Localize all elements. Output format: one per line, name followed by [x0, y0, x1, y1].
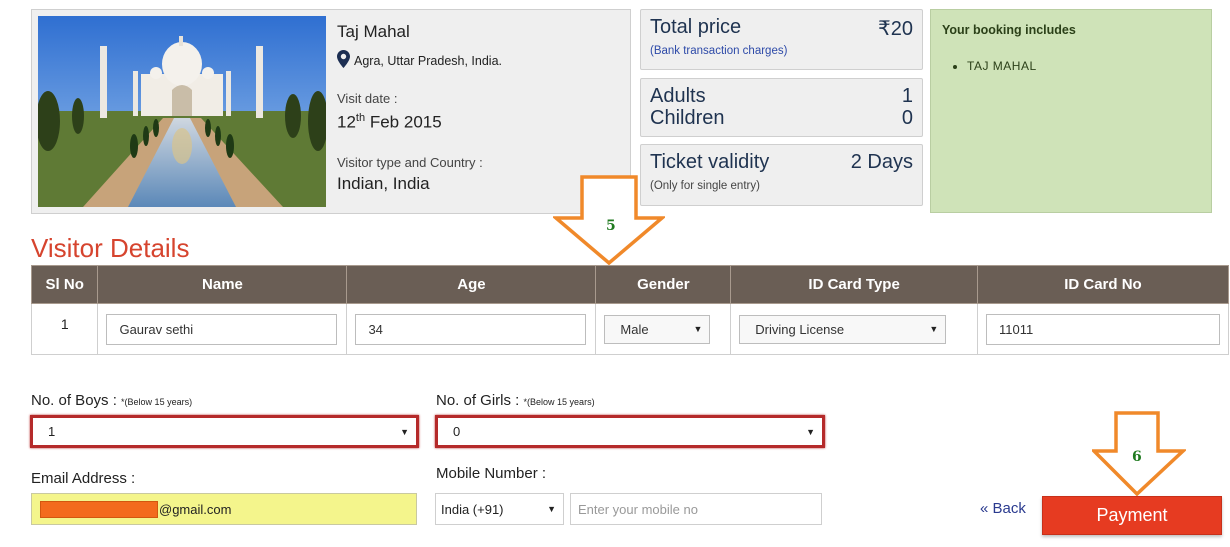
- age-input[interactable]: 34: [355, 313, 587, 345]
- country-code-value: India (+91): [441, 501, 504, 517]
- col-age: Age: [346, 265, 597, 304]
- monument-location: Agra, Uttar Pradesh, India.: [337, 50, 627, 71]
- step-6-number: 6: [1132, 449, 1142, 465]
- chevron-down-icon: ▼: [806, 426, 815, 437]
- children-label: Children: [650, 107, 725, 129]
- table-header-row: Sl No Name Age Gender ID Card Type ID Ca…: [30, 265, 1230, 304]
- monument-info: Taj Mahal Agra, Uttar Pradesh, India. Vi…: [337, 22, 627, 194]
- redaction-block: [40, 500, 158, 518]
- girls-select[interactable]: 0 ▼: [435, 415, 825, 448]
- visitor-type-label: Visitor type and Country :: [337, 154, 483, 170]
- id-type-select[interactable]: Driving License ▼: [739, 314, 947, 344]
- chevron-down-icon: ▼: [693, 324, 703, 334]
- visitor-details-title: Visitor Details: [31, 233, 190, 263]
- map-pin-icon: [337, 50, 350, 71]
- col-id-no: ID Card No: [976, 265, 1230, 304]
- girls-value: 0: [453, 424, 461, 439]
- location-text: Agra, Uttar Pradesh, India.: [354, 53, 502, 68]
- step-5-callout-arrow: 5: [553, 175, 665, 265]
- email-field[interactable]: @gmail.com: [31, 493, 417, 525]
- visit-date-value: 12th Feb 2015: [337, 112, 627, 133]
- id-type-cell: Driving License ▼: [730, 303, 978, 355]
- children-value: 0: [901, 107, 913, 129]
- country-code-select[interactable]: India (+91) ▼: [435, 493, 564, 525]
- ticket-validity-box: Ticket validity 2 Days (Only for single e…: [640, 144, 923, 206]
- payment-button[interactable]: Payment: [1042, 496, 1222, 535]
- chevron-down-icon: ▼: [400, 426, 409, 437]
- booking-includes-list: TAJ MAHAL: [967, 59, 1211, 73]
- visitor-details-table: Sl No Name Age Gender ID Card Type ID Ca…: [30, 265, 1230, 355]
- gender-value: Male: [620, 321, 649, 337]
- step-6-callout-arrow: 6: [1092, 411, 1186, 496]
- gender-cell: Male ▼: [595, 303, 732, 355]
- total-price-value: ₹20: [878, 18, 913, 40]
- girls-label-text: No. of Girls :: [436, 392, 520, 409]
- monument-photo: [38, 16, 326, 207]
- boys-label-text: No. of Boys :: [31, 392, 117, 409]
- email-label: Email Address :: [31, 470, 136, 487]
- boys-hint: *(Below 15 years): [121, 397, 193, 407]
- girls-label: No. of Girls : *(Below 15 years): [436, 392, 595, 409]
- total-price-label: Total price: [650, 16, 742, 38]
- id-number-input[interactable]: 11011: [985, 313, 1220, 345]
- gender-select[interactable]: Male ▼: [604, 314, 711, 344]
- visit-day-suffix: th: [355, 112, 366, 124]
- back-link[interactable]: « Back: [980, 500, 1026, 517]
- name-cell: Gaurav sethi: [97, 303, 348, 355]
- ticket-count-box: Adults 1 Children 0: [640, 78, 923, 137]
- col-name: Name: [97, 265, 348, 304]
- total-price-note: (Bank transaction charges): [650, 45, 788, 57]
- monument-card: Taj Mahal Agra, Uttar Pradesh, India. Vi…: [31, 9, 631, 214]
- step-5-number: 5: [606, 218, 616, 234]
- id-type-value: Driving License: [755, 321, 845, 337]
- boys-value: 1: [48, 424, 56, 439]
- email-value: @gmail.com: [159, 501, 232, 517]
- visit-date-label: Visit date :: [337, 91, 398, 106]
- id-no-cell: 11011: [976, 303, 1230, 355]
- chevron-down-icon: ▼: [929, 324, 939, 334]
- validity-label: Ticket validity: [650, 151, 770, 173]
- adults-value: 1: [901, 85, 913, 107]
- col-gender: Gender: [595, 265, 732, 304]
- booking-includes-panel: Your booking includes TAJ MAHAL: [930, 9, 1212, 213]
- age-cell: 34: [346, 303, 597, 355]
- adults-label: Adults: [650, 85, 706, 107]
- chevron-down-icon: ▼: [547, 504, 556, 514]
- girls-hint: *(Below 15 years): [523, 397, 595, 407]
- monument-name: Taj Mahal: [337, 22, 410, 41]
- row-sl-no: 1: [30, 303, 99, 355]
- validity-note: (Only for single entry): [650, 180, 760, 192]
- table-row: 1 Gaurav sethi 34 Male ▼ Driving License ▼…: [30, 303, 1230, 355]
- boys-label: No. of Boys : *(Below 15 years): [31, 392, 192, 409]
- name-input[interactable]: Gaurav sethi: [106, 313, 338, 345]
- booking-includes-heading: Your booking includes: [942, 23, 1076, 37]
- validity-value: 2 Days: [850, 151, 913, 173]
- list-item: TAJ MAHAL: [967, 59, 1211, 73]
- total-price-box: Total price ₹20 (Bank transaction charges…: [640, 9, 923, 70]
- visit-month-year: Feb 2015: [369, 112, 442, 132]
- col-sl-no: Sl No: [30, 265, 99, 304]
- mobile-label: Mobile Number :: [436, 465, 547, 482]
- mobile-input[interactable]: Enter your mobile no: [570, 493, 822, 525]
- boys-select[interactable]: 1 ▼: [30, 415, 419, 448]
- col-id-type: ID Card Type: [730, 265, 978, 304]
- visit-day: 12: [337, 112, 356, 132]
